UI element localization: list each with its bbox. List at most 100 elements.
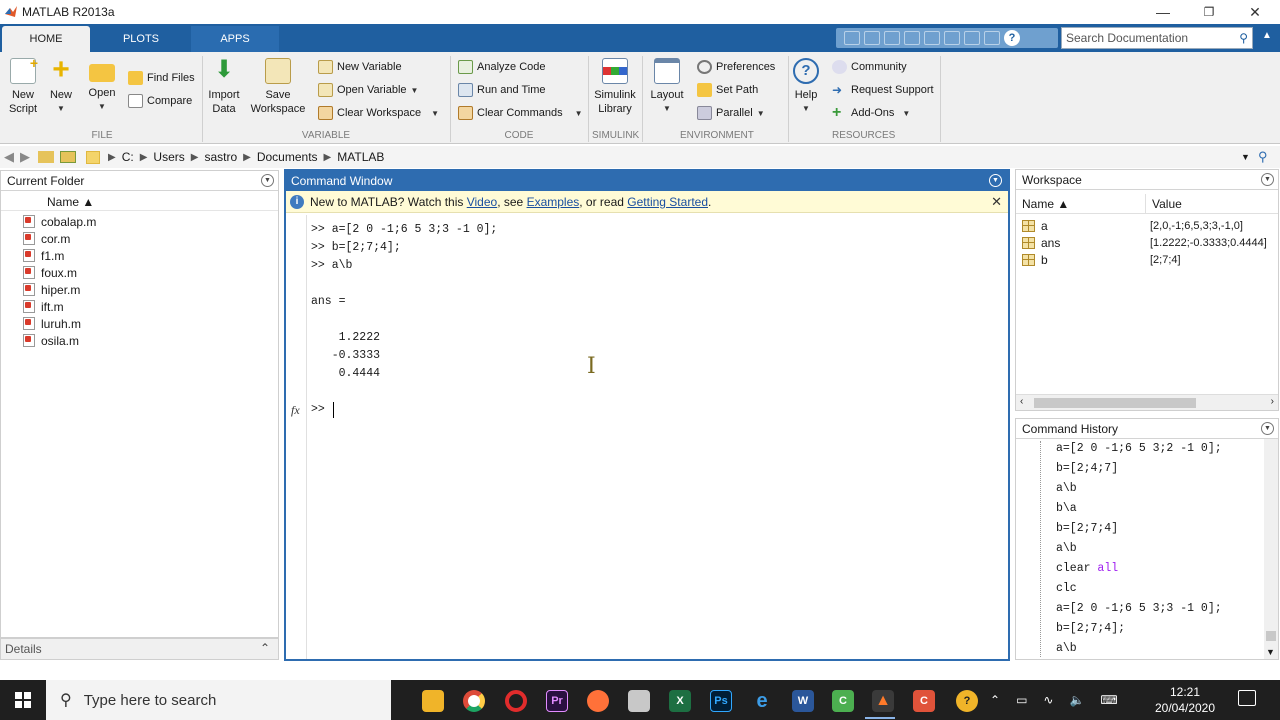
wifi-icon[interactable]: ∿: [1043, 693, 1053, 707]
tab-plots[interactable]: PLOTS: [97, 26, 185, 52]
table-row[interactable]: a [2,0,-1;6,5,3;3,-1,0]: [1016, 217, 1278, 234]
recorder-icon[interactable]: C: [913, 690, 935, 712]
search-documentation-input[interactable]: Search Documentation ⚲: [1061, 27, 1253, 49]
set-path-button[interactable]: Set Path: [697, 81, 758, 99]
simulink-library-button[interactable]: Simulink Library: [592, 58, 638, 116]
scroll-left-icon[interactable]: ‹: [1020, 396, 1023, 407]
tab-apps[interactable]: APPS: [191, 26, 279, 52]
list-item[interactable]: luruh.m: [1, 315, 278, 332]
file-explorer-icon[interactable]: [422, 690, 444, 712]
paste-icon[interactable]: [924, 31, 940, 45]
panel-actions-icon[interactable]: ▼: [989, 174, 1002, 187]
analyze-code-button[interactable]: Analyze Code: [458, 58, 546, 76]
details-panel-header[interactable]: Details ⌃: [0, 638, 279, 660]
switch-windows-icon[interactable]: [984, 31, 1000, 45]
new-script-button[interactable]: + New Script: [6, 56, 40, 116]
matlab-taskbar-icon[interactable]: ▲: [872, 690, 894, 712]
table-row[interactable]: b [2;7;4]: [1016, 251, 1278, 268]
address-dropdown-icon[interactable]: ▼: [1241, 152, 1250, 162]
list-item[interactable]: hiper.m: [1, 281, 278, 298]
keyboard-icon[interactable]: ⌨: [1100, 693, 1117, 707]
community-button[interactable]: Community: [832, 58, 907, 76]
list-item[interactable]: osila.m: [1, 332, 278, 349]
browse-folder-icon[interactable]: [60, 151, 76, 163]
list-item[interactable]: cobalap.m: [1, 213, 278, 230]
chevron-up-icon[interactable]: ⌃: [260, 641, 270, 655]
save-icon[interactable]: [864, 31, 880, 45]
layout-button[interactable]: Layout ▼: [648, 58, 686, 116]
chrome-icon[interactable]: [463, 690, 485, 712]
shortcut-icon[interactable]: [844, 31, 860, 45]
list-item[interactable]: f1.m: [1, 247, 278, 264]
scroll-down-icon[interactable]: ▼: [1266, 647, 1275, 657]
history-item[interactable]: b=[2;7;4];: [1056, 622, 1125, 635]
preferences-button[interactable]: Preferences: [697, 58, 775, 76]
minimize-button[interactable]: —: [1140, 0, 1186, 24]
taskbar-clock[interactable]: 12:21 20/04/2020: [1150, 684, 1220, 716]
close-button[interactable]: ✕: [1232, 0, 1278, 24]
tab-home[interactable]: HOME: [2, 26, 90, 52]
value-column-header[interactable]: Value: [1146, 194, 1182, 213]
taskbar-search-box[interactable]: ⚲ Type here to search: [46, 680, 391, 720]
opera-icon[interactable]: [505, 690, 527, 712]
breadcrumb-sastro[interactable]: sastro: [204, 150, 237, 164]
address-search-icon[interactable]: ⚲: [1258, 149, 1268, 165]
paint-icon[interactable]: [628, 690, 650, 712]
folder-column-header[interactable]: Name ▲: [1, 193, 278, 211]
list-item[interactable]: ift.m: [1, 298, 278, 315]
horizontal-scrollbar[interactable]: ‹ ›: [1016, 394, 1278, 410]
new-variable-button[interactable]: New Variable: [318, 58, 402, 76]
getting-started-link[interactable]: Getting Started: [627, 195, 708, 209]
firefox-icon[interactable]: [587, 690, 609, 712]
examples-link[interactable]: Examples: [527, 195, 580, 209]
help-tray-icon[interactable]: ?: [956, 690, 978, 712]
list-item[interactable]: foux.m: [1, 264, 278, 281]
import-data-button[interactable]: ⬇ Import Data: [206, 58, 242, 116]
panel-actions-icon[interactable]: ▼: [261, 174, 274, 187]
breadcrumb-documents[interactable]: Documents: [257, 150, 318, 164]
history-item[interactable]: a\b: [1056, 542, 1077, 555]
table-row[interactable]: ans [1.2222;-0.3333;0.4444]: [1016, 234, 1278, 251]
save-workspace-button[interactable]: Save Workspace: [248, 58, 308, 116]
open-variable-button[interactable]: Open Variable ▼: [318, 81, 418, 99]
clear-workspace-button[interactable]: Clear Workspace ▼: [318, 104, 439, 122]
vertical-scrollbar[interactable]: ▼: [1264, 439, 1278, 659]
photoshop-icon[interactable]: Ps: [710, 690, 732, 712]
open-button[interactable]: Open ▼: [86, 58, 118, 114]
notification-icon[interactable]: [1238, 690, 1256, 706]
command-output-area[interactable]: >> a=[2 0 -1;6 5 3;3 -1 0]; >> b=[2;7;4]…: [306, 215, 1008, 659]
name-column-header[interactable]: Name ▲: [47, 195, 94, 209]
history-item[interactable]: a\b: [1056, 482, 1077, 495]
scroll-right-icon[interactable]: ›: [1271, 396, 1274, 407]
command-window-panel[interactable]: Command Window ▼ i New to MATLAB? Watch …: [284, 169, 1010, 661]
history-item[interactable]: a=[2 0 -1;6 5 3;3 -1 0];: [1056, 602, 1222, 615]
excel-icon[interactable]: X: [669, 690, 691, 712]
forward-arrow-icon[interactable]: ▶: [20, 149, 30, 165]
premiere-pro-icon[interactable]: Pr: [546, 690, 568, 712]
scrollbar-thumb[interactable]: [1266, 631, 1276, 641]
panel-actions-icon[interactable]: ▼: [1261, 173, 1274, 186]
panel-actions-icon[interactable]: ▼: [1261, 422, 1274, 435]
up-folder-icon[interactable]: [38, 151, 54, 163]
command-prompt[interactable]: >>: [311, 403, 332, 416]
expand-ribbon-icon[interactable]: ▲: [1262, 30, 1272, 41]
clear-commands-button[interactable]: Clear Commands ▼: [458, 104, 583, 122]
scrollbar-thumb[interactable]: [1034, 398, 1196, 408]
video-link[interactable]: Video: [467, 195, 497, 209]
volume-icon[interactable]: 🔈: [1069, 693, 1084, 707]
search-icon[interactable]: ⚲: [1239, 31, 1248, 45]
history-item[interactable]: b=[2;7;4]: [1056, 522, 1118, 535]
camtasia-icon[interactable]: C: [832, 690, 854, 712]
history-item[interactable]: a=[2 0 -1;6 5 3;2 -1 0];: [1056, 442, 1222, 455]
help-icon[interactable]: ?: [1004, 30, 1020, 46]
battery-icon[interactable]: ▭: [1016, 693, 1027, 707]
close-icon[interactable]: ✕: [991, 194, 1002, 210]
find-files-button[interactable]: Find Files: [128, 69, 195, 87]
list-item[interactable]: cor.m: [1, 230, 278, 247]
copy-icon[interactable]: [904, 31, 920, 45]
undo-icon[interactable]: [944, 31, 960, 45]
redo-icon[interactable]: [964, 31, 980, 45]
history-item[interactable]: a\b: [1056, 642, 1077, 655]
name-column-header[interactable]: Name ▲: [1016, 194, 1146, 213]
run-and-time-button[interactable]: Run and Time: [458, 81, 545, 99]
